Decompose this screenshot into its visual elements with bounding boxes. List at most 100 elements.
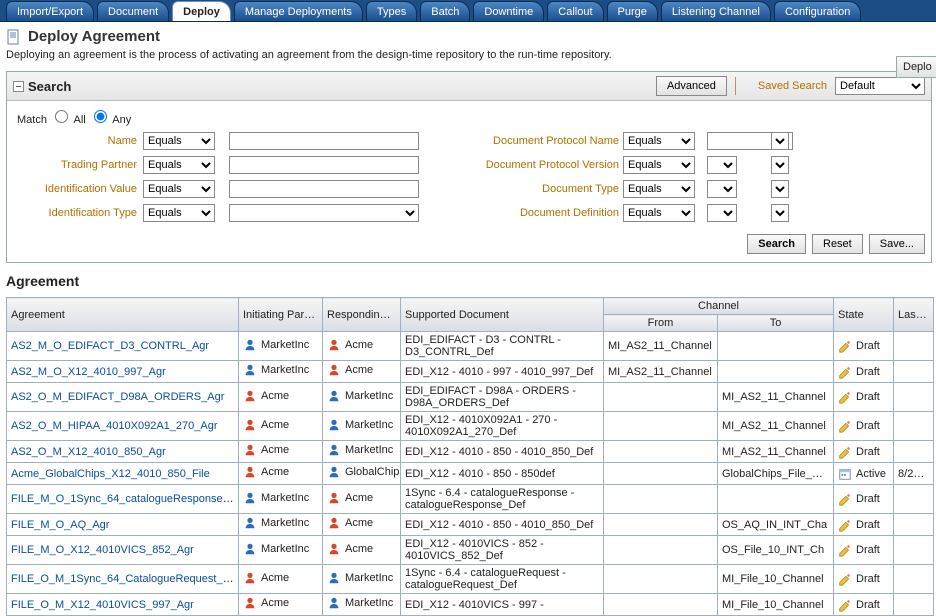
table-row[interactable]: AS2_O_M_X12_4010_850_Agr Acme MarketIncE… [7,441,934,463]
table-row[interactable]: AS2_O_M_EDIFACT_D98A_ORDERS_Agr Acme Mar… [7,383,934,412]
tab-downtime[interactable]: Downtime [473,1,544,21]
tab-configuration[interactable]: Configuration [774,1,861,21]
last-deployed [894,536,934,565]
channel-from [604,565,718,594]
responding-partner: MarketInc [327,418,393,432]
table-row[interactable]: AS2_M_O_EDIFACT_D3_CONTRL_Agr MarketInc … [7,332,934,361]
state-cell: Draft [838,365,889,379]
col-agreement[interactable]: Agreement [7,298,239,332]
match-any-radio[interactable] [94,110,107,123]
saved-search-select[interactable]: Default [835,77,925,95]
agreement-link[interactable]: Acme_GlobalChips_X12_4010_850_File [11,468,210,480]
any-label: Any [112,114,131,126]
all-label: All [73,114,85,126]
value-select[interactable] [707,156,737,174]
tab-deploy[interactable]: Deploy [172,1,231,21]
tab-manage-deployments[interactable]: Manage Deployments [234,1,363,21]
channel-from [604,485,718,514]
operator-select[interactable]: Equals [143,132,215,150]
operator-select[interactable]: Equals [623,204,695,222]
tab-callout[interactable]: Callout [547,1,603,21]
tab-document[interactable]: Document [97,1,169,21]
initiating-partner: Acme [243,389,289,403]
last-deployed [894,361,934,383]
operator-select[interactable]: Equals [143,204,215,222]
lov-select[interactable] [771,180,789,198]
agreement-section-title: Agreement [6,273,936,289]
initiating-partner: Acme [243,465,289,479]
agreement-link[interactable]: FILE_M_O_X12_4010VICS_852_Agr [11,544,194,556]
agreement-link[interactable]: AS2_M_O_X12_4010_997_Agr [11,366,166,378]
search-button[interactable]: Search [747,234,806,254]
tab-batch[interactable]: Batch [420,1,470,21]
supported-doc: EDI_X12 - 4010 - 850 - 4010_850_Def [401,514,604,536]
last-deployed [894,332,934,361]
initiating-partner: MarketInc [243,338,309,352]
table-row[interactable]: AS2_O_M_HIPAA_4010X092A1_270_Agr Acme Ma… [7,412,934,441]
supported-doc: EDI_EDIFACT - D98A - ORDERS - D98A_ORDER… [401,383,604,412]
initiating-partner: MarketInc [243,516,309,530]
col-last[interactable]: Last Deploye [894,298,934,332]
agreement-link[interactable]: AS2_O_M_EDIFACT_D98A_ORDERS_Agr [11,391,224,403]
col-responding[interactable]: Responding Partner [323,298,401,332]
agreement-link[interactable]: AS2_O_M_X12_4010_850_Agr [11,446,166,458]
channel-from [604,514,718,536]
channel-to: OS_AQ_IN_INT_Cha [718,514,834,536]
supported-doc: EDI_X12 - 4010 - 850 - 4010_850_Def [401,441,604,463]
table-row[interactable]: FILE_M_O_AQ_Agr MarketInc AcmeEDI_X12 - … [7,514,934,536]
collapse-icon[interactable] [13,81,24,92]
col-initiating[interactable]: Initiating Partner [239,298,323,332]
last-deployed [894,514,934,536]
responding-partner: Acme [327,363,373,377]
table-row[interactable]: FILE_O_M_X12_4010VICS_997_Agr Acme Marke… [7,594,934,616]
operator-select[interactable]: Equals [623,180,695,198]
agreement-link[interactable]: AS2_O_M_HIPAA_4010X092A1_270_Agr [11,420,218,432]
tab-types[interactable]: Types [366,1,417,21]
table-row[interactable]: FILE_M_O_1Sync_64_catalogueResponse_Ag M… [7,485,934,514]
channel-to [718,332,834,361]
agreement-link[interactable]: FILE_M_O_AQ_Agr [11,519,109,531]
channel-from [604,594,718,616]
operator-select[interactable]: Equals [623,132,695,150]
col-state[interactable]: State [834,298,894,332]
value-input[interactable] [229,180,419,198]
value-input[interactable] [229,132,419,150]
value-input[interactable] [229,204,419,222]
advanced-button[interactable]: Advanced [656,76,727,96]
tab-bar: Import/ExportDocumentDeployManage Deploy… [0,0,936,22]
last-deployed [894,485,934,514]
table-row[interactable]: AS2_M_O_X12_4010_997_Agr MarketInc AcmeE… [7,361,934,383]
col-channel[interactable]: Channel [604,298,834,315]
channel-to: OS_File_10_INT_Ch [718,536,834,565]
tab-listening-channel[interactable]: Listening Channel [661,1,771,21]
lov-select[interactable] [771,156,789,174]
col-to[interactable]: To [718,315,834,332]
agreement-link[interactable]: AS2_M_O_EDIFACT_D3_CONTRL_Agr [11,340,209,352]
table-row[interactable]: Acme_GlobalChips_X12_4010_850_File Acme … [7,463,934,485]
agreement-link[interactable]: FILE_M_O_1Sync_64_catalogueResponse_Ag [11,493,239,505]
state-cell: Draft [838,543,889,557]
agreement-link[interactable]: FILE_O_M_X12_4010VICS_997_Agr [11,599,194,611]
reset-button[interactable]: Reset [812,234,863,254]
col-document[interactable]: Supported Document [401,298,604,332]
match-all-radio[interactable] [55,110,68,123]
channel-from [604,536,718,565]
deploy-button[interactable]: Deplo [896,56,936,78]
operator-select[interactable]: Equals [143,156,215,174]
value-select[interactable] [707,180,737,198]
operator-select[interactable]: Equals [623,156,695,174]
table-row[interactable]: FILE_O_M_1Sync_64_CatalogueRequest_Agr A… [7,565,934,594]
lov-select[interactable] [771,204,789,222]
value-input[interactable] [229,156,419,174]
lov-select[interactable] [771,132,789,150]
responding-partner: MarketInc [327,571,393,585]
value-select[interactable] [707,204,737,222]
save-button[interactable]: Save... [869,234,925,254]
tab-import-export[interactable]: Import/Export [6,1,94,21]
operator-select[interactable]: Equals [143,180,215,198]
col-from[interactable]: From [604,315,718,332]
agreement-link[interactable]: FILE_O_M_1Sync_64_CatalogueRequest_Agr [11,573,239,585]
tab-purge[interactable]: Purge [607,1,658,21]
table-row[interactable]: FILE_M_O_X12_4010VICS_852_Agr MarketInc … [7,536,934,565]
page-title: Deploy Agreement [28,28,160,45]
